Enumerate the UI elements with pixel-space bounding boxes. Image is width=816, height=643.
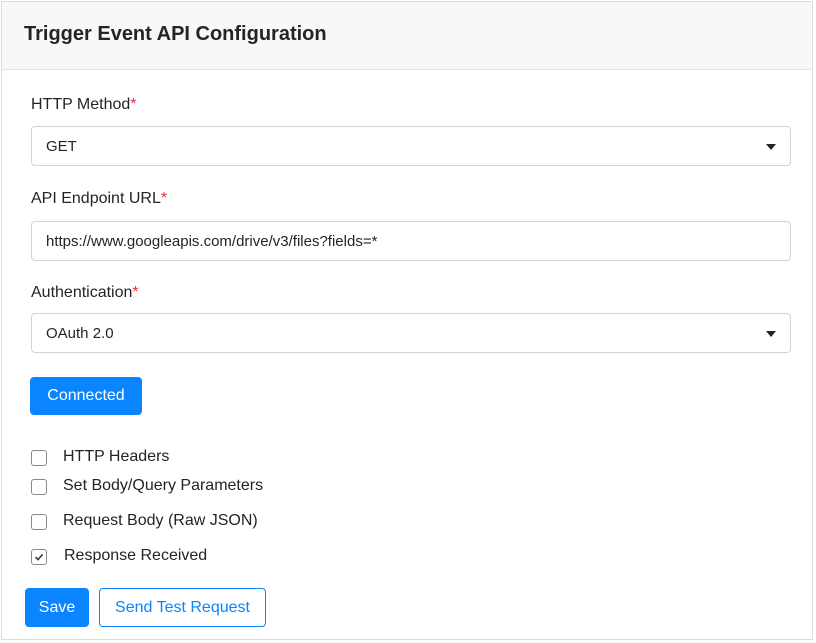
option-label: Response Received — [64, 547, 208, 564]
required-mark: * — [132, 284, 139, 301]
required-mark: * — [130, 96, 137, 113]
connected-button[interactable]: Connected — [30, 377, 142, 415]
card-header: Trigger Event API Configuration — [2, 2, 812, 70]
checkbox[interactable] — [31, 450, 47, 466]
endpoint-url-input[interactable]: https://www.googleapis.com/drive/v3/file… — [31, 221, 791, 261]
http-method-select[interactable]: GET — [31, 126, 791, 166]
option-label: HTTP Headers — [63, 448, 170, 465]
checkbox-checked[interactable] — [31, 549, 47, 565]
authentication-value: OAuth 2.0 — [46, 325, 114, 342]
checkbox[interactable] — [31, 479, 47, 495]
endpoint-url-value: https://www.googleapis.com/drive/v3/file… — [46, 233, 378, 250]
page-title: Trigger Event API Configuration — [24, 23, 327, 45]
checkmark-icon — [34, 553, 44, 561]
save-button[interactable]: Save — [25, 588, 89, 627]
send-test-request-button[interactable]: Send Test Request — [99, 588, 266, 627]
option-label: Set Body/Query Parameters — [63, 477, 264, 494]
authentication-label: Authentication* — [31, 284, 139, 301]
endpoint-url-label: API Endpoint URL* — [31, 190, 168, 207]
option-label: Request Body (Raw JSON) — [63, 512, 258, 529]
authentication-select[interactable]: OAuth 2.0 — [31, 313, 791, 353]
required-mark: * — [160, 190, 168, 207]
http-method-value: GET — [46, 138, 77, 155]
chevron-down-icon — [766, 331, 776, 337]
api-config-card: Trigger Event API Configuration HTTP Met… — [1, 1, 813, 640]
http-method-label: HTTP Method* — [31, 96, 137, 113]
checkbox[interactable] — [31, 514, 47, 530]
chevron-down-icon — [766, 144, 776, 150]
